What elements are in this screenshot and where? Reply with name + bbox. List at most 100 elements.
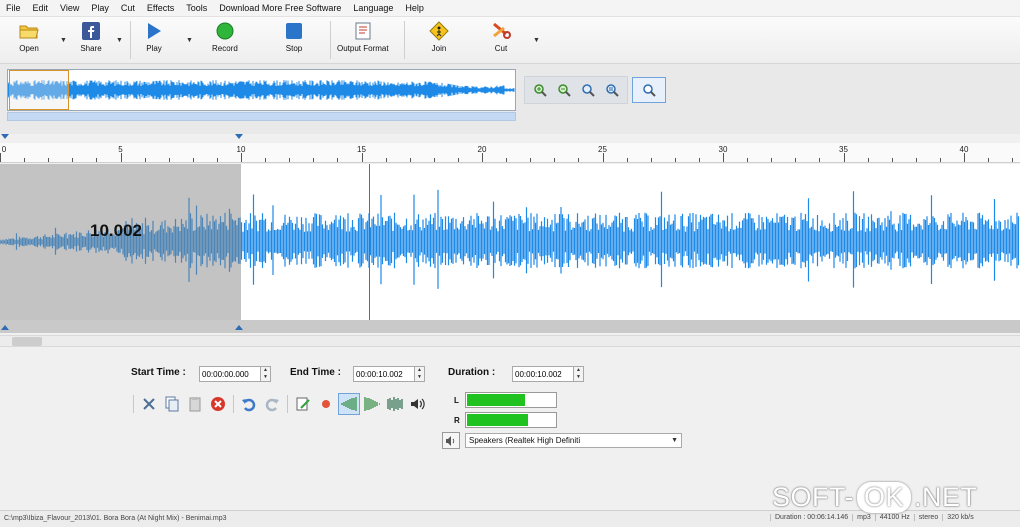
paste-icon[interactable] [184, 393, 206, 415]
ruler-tick [939, 158, 941, 162]
watermark-left: SOFT- [772, 481, 854, 512]
zoom-fit-icon[interactable] [603, 81, 621, 99]
cut-dropdown-arrow[interactable]: ▼ [533, 37, 540, 44]
zoom-out-icon[interactable] [555, 81, 573, 99]
menu-help[interactable]: Help [405, 3, 424, 13]
ruler-tick [96, 158, 98, 162]
ruler-tick [530, 158, 532, 162]
start-marker-bottom[interactable] [1, 325, 9, 330]
start-time-input[interactable] [199, 366, 261, 382]
ruler-tick [698, 158, 700, 162]
cut-button[interactable]: Cut [490, 20, 512, 60]
record-small-icon[interactable] [315, 393, 337, 415]
ruler-label: 15 [357, 145, 366, 154]
watermark: SOFT- OK .NET [772, 481, 978, 513]
chevron-down-icon: ▼ [671, 437, 678, 444]
waveform-bottom-bar [0, 320, 1020, 333]
record-button[interactable]: Record [212, 20, 238, 60]
record-icon [214, 20, 236, 42]
menu-play[interactable]: Play [91, 3, 109, 13]
duration-spinner[interactable]: ▲ ▼ [574, 366, 584, 382]
menu-edit[interactable]: Edit [33, 3, 49, 13]
start-time-spinner[interactable]: ▲ ▼ [261, 366, 271, 382]
waveform-editor[interactable]: 10.002 [0, 164, 1020, 320]
overview-wave [8, 80, 515, 100]
status-duration: Duration : 00:06:14.146 [770, 514, 852, 521]
document-icon [352, 20, 374, 42]
redo-icon[interactable] [261, 393, 283, 415]
overview-waveform[interactable] [7, 69, 516, 111]
end-time-input[interactable] [353, 366, 415, 382]
ruler-tick [120, 153, 122, 162]
start-time-label: Start Time : [131, 367, 186, 378]
end-time-spinner[interactable]: ▲ ▼ [415, 366, 425, 382]
fade-out-icon[interactable] [361, 393, 383, 415]
ruler-tick [241, 153, 242, 162]
open-button[interactable]: Open [18, 20, 40, 60]
stop-button[interactable]: Stop [283, 20, 305, 60]
zoom-in-icon[interactable] [531, 81, 549, 99]
zoom-selection-icon[interactable] [579, 81, 597, 99]
ruler-tick [409, 158, 411, 162]
menu-file[interactable]: File [6, 3, 21, 13]
ruler-tick [506, 158, 508, 162]
start-marker-top[interactable] [1, 134, 9, 139]
end-marker-bottom[interactable] [235, 325, 243, 330]
menu-download[interactable]: Download More Free Software [219, 3, 341, 13]
play-button[interactable]: Play [143, 20, 165, 60]
speaker-icon[interactable] [442, 432, 460, 449]
overview-wave-path [8, 80, 515, 100]
status-bitrate: 320 kb/s [942, 514, 977, 521]
copy-icon[interactable] [161, 393, 183, 415]
ruler-tick [72, 158, 74, 162]
ruler-tick [168, 158, 170, 162]
waveform-scrollbar[interactable] [0, 335, 1020, 347]
ruler-tick [313, 158, 315, 162]
scrollbar-thumb[interactable] [12, 337, 42, 346]
output-format-button[interactable]: Output Format [337, 20, 389, 60]
selection-region[interactable] [0, 164, 241, 320]
playback-cursor[interactable] [369, 164, 370, 320]
end-marker-top[interactable] [235, 134, 243, 139]
overview-selection[interactable] [9, 70, 69, 110]
ruler-label: 25 [598, 145, 607, 154]
play-dropdown-arrow[interactable]: ▼ [186, 37, 193, 44]
output-device-value: Speakers (Realtek High Definiti [469, 436, 581, 445]
menu-tools[interactable]: Tools [186, 3, 207, 13]
ruler-tick [385, 158, 387, 162]
join-button[interactable]: Join [428, 20, 450, 60]
zoom-all-icon[interactable] [632, 77, 666, 103]
menu-view[interactable]: View [60, 3, 79, 13]
share-dropdown-arrow[interactable]: ▼ [116, 37, 123, 44]
delete-icon[interactable] [207, 393, 229, 415]
fade-in-icon[interactable] [338, 393, 360, 415]
right-level-fill [467, 414, 529, 426]
status-channels: stereo [913, 514, 942, 521]
duration-field[interactable]: ▲▼ [512, 366, 584, 382]
toolbar: Open ▼ Share ▼ Play ▼ Record Stop Output… [0, 17, 1020, 64]
ruler-tick [216, 158, 218, 162]
ruler-tick [578, 158, 580, 162]
ruler-tick [144, 158, 146, 162]
ruler-label: 5 [118, 145, 123, 154]
start-time-field[interactable]: ▲▼ [199, 366, 271, 382]
overview-scrollbar[interactable] [7, 112, 516, 121]
scissors-icon [490, 20, 512, 42]
selection-length-label: 10.002 [90, 221, 142, 240]
ruler-tick [192, 158, 194, 162]
volume-icon[interactable] [407, 393, 429, 415]
output-device-select[interactable]: Speakers (Realtek High Definiti ▼ [465, 433, 682, 448]
ruler-label: 30 [718, 145, 728, 154]
cut-tool-icon[interactable] [138, 393, 160, 415]
undo-icon[interactable] [238, 393, 260, 415]
menu-effects[interactable]: Effects [147, 3, 174, 13]
open-dropdown-arrow[interactable]: ▼ [60, 37, 67, 44]
time-ruler[interactable]: 0 5 10 15 20 25 30 35 40 [0, 143, 1020, 163]
share-button[interactable]: Share [80, 20, 102, 60]
menu-cut[interactable]: Cut [121, 3, 135, 13]
duration-input[interactable] [512, 366, 574, 382]
menu-language[interactable]: Language [353, 3, 393, 13]
normalize-icon[interactable] [384, 393, 406, 415]
end-time-field[interactable]: ▲▼ [353, 366, 425, 382]
edit-tag-icon[interactable] [292, 393, 314, 415]
